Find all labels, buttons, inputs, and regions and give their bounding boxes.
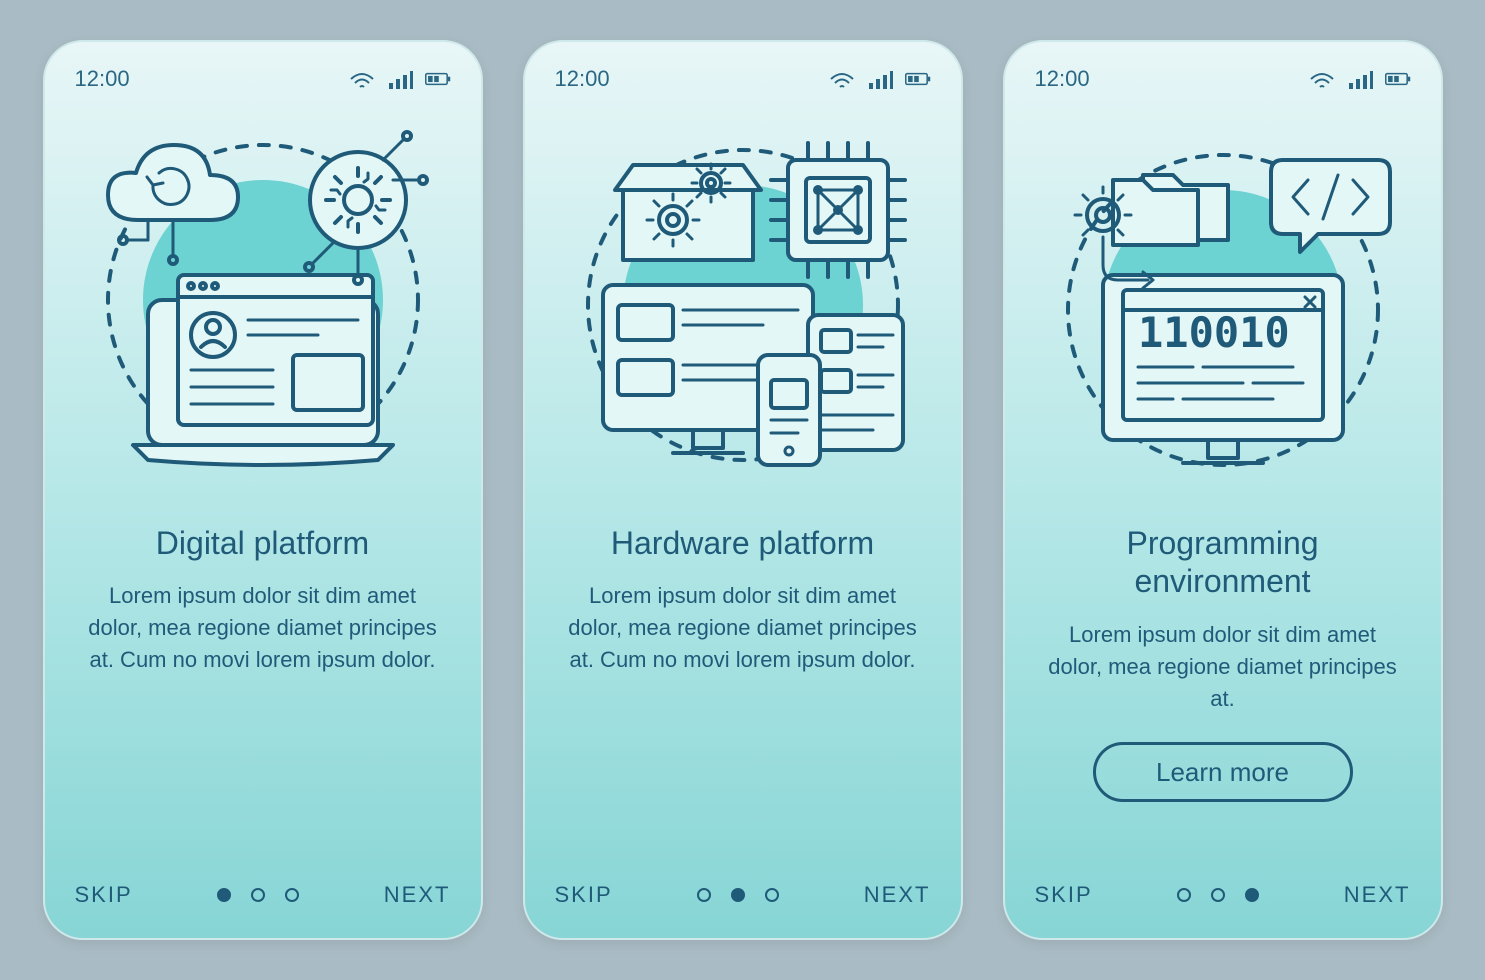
onboarding-screen-1: 12:00: [43, 40, 483, 940]
screen-description: Lorem ipsum dolor sit dim amet dolor, me…: [555, 580, 931, 676]
statusbar: 12:00: [1035, 66, 1411, 92]
illustration-programming-environment: 110010: [1035, 110, 1411, 500]
statusbar: 12:00: [75, 66, 451, 92]
screen-description: Lorem ipsum dolor sit dim amet dolor, me…: [75, 580, 451, 676]
page-indicator: [1177, 888, 1259, 902]
dot-2[interactable]: [731, 888, 745, 902]
onboarding-footer: SKIP NEXT: [555, 882, 931, 908]
learn-more-button[interactable]: Learn more: [1093, 742, 1353, 802]
onboarding-screen-3: 12:00 110010: [1003, 40, 1443, 940]
next-button[interactable]: NEXT: [384, 882, 451, 908]
dot-1[interactable]: [1177, 888, 1191, 902]
dot-1[interactable]: [697, 888, 711, 902]
next-button[interactable]: NEXT: [864, 882, 931, 908]
dot-3[interactable]: [285, 888, 299, 902]
wifi-icon: [1309, 69, 1335, 89]
screen-title: Hardware platform: [555, 524, 931, 562]
status-icons: [349, 69, 451, 89]
status-time: 12:00: [75, 66, 130, 92]
battery-icon: [905, 69, 931, 89]
onboarding-screen-2: 12:00: [523, 40, 963, 940]
screen-description: Lorem ipsum dolor sit dim amet dolor, me…: [1035, 619, 1411, 715]
status-time: 12:00: [1035, 66, 1090, 92]
signal-icon: [1347, 69, 1373, 89]
dot-1[interactable]: [217, 888, 231, 902]
screen-title: Programming environment: [1035, 524, 1411, 601]
status-time: 12:00: [555, 66, 610, 92]
page-indicator: [217, 888, 299, 902]
illustration-hardware-platform: [555, 110, 931, 500]
next-button[interactable]: NEXT: [1344, 882, 1411, 908]
skip-button[interactable]: SKIP: [555, 882, 613, 908]
battery-icon: [1385, 69, 1411, 89]
dot-3[interactable]: [1245, 888, 1259, 902]
svg-text:110010: 110010: [1138, 308, 1290, 357]
onboarding-footer: SKIP NEXT: [75, 882, 451, 908]
status-icons: [829, 69, 931, 89]
wifi-icon: [829, 69, 855, 89]
screen-title: Digital platform: [75, 524, 451, 562]
page-indicator: [697, 888, 779, 902]
battery-icon: [425, 69, 451, 89]
illustration-digital-platform: [75, 110, 451, 500]
signal-icon: [867, 69, 893, 89]
skip-button[interactable]: SKIP: [75, 882, 133, 908]
signal-icon: [387, 69, 413, 89]
onboarding-footer: SKIP NEXT: [1035, 882, 1411, 908]
dot-2[interactable]: [251, 888, 265, 902]
dot-3[interactable]: [765, 888, 779, 902]
skip-button[interactable]: SKIP: [1035, 882, 1093, 908]
status-icons: [1309, 69, 1411, 89]
dot-2[interactable]: [1211, 888, 1225, 902]
statusbar: 12:00: [555, 66, 931, 92]
wifi-icon: [349, 69, 375, 89]
